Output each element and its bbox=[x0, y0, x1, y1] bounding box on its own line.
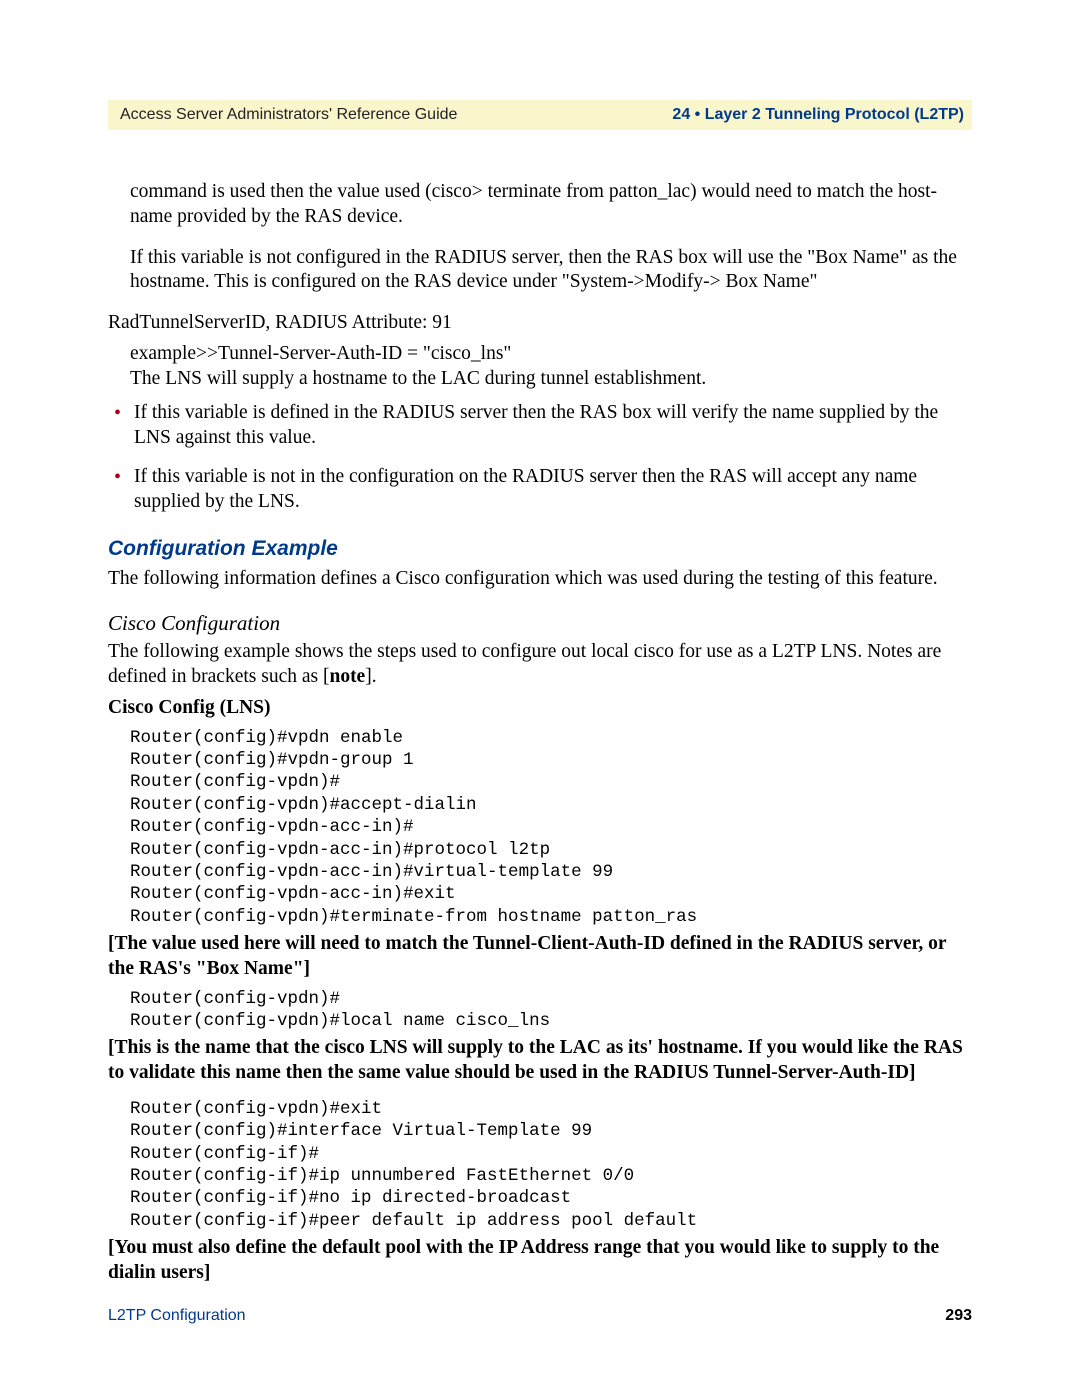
code-block: Router(config-vpdn)#exit Router(config)#… bbox=[130, 1098, 972, 1232]
list-item-text: If this variable is defined in the RADIU… bbox=[134, 402, 938, 448]
body-paragraph: If this variable is not configured in th… bbox=[130, 246, 972, 296]
body-paragraph: The following example shows the steps us… bbox=[108, 640, 972, 690]
bullet-list: If this variable is defined in the RADIU… bbox=[108, 401, 972, 514]
inline-note: [You must also define the default pool w… bbox=[108, 1236, 972, 1286]
inline-note: [This is the name that the cisco LNS wil… bbox=[108, 1036, 972, 1086]
header-left-text: Access Server Administrators' Reference … bbox=[120, 106, 457, 124]
example-block: example>>Tunnel-Server-Auth-ID = "cisco_… bbox=[130, 342, 972, 392]
code-block: Router(config-vpdn)# Router(config-vpdn)… bbox=[130, 988, 972, 1033]
config-label: Cisco Config (LNS) bbox=[108, 696, 972, 721]
list-item: If this variable is defined in the RADIU… bbox=[108, 401, 972, 451]
list-item: If this variable is not in the configura… bbox=[108, 465, 972, 515]
page-content: command is used then the value used (cis… bbox=[108, 130, 972, 1286]
subsection-heading: Cisco Configuration bbox=[108, 610, 972, 637]
page-header: Access Server Administrators' Reference … bbox=[108, 100, 972, 130]
page-footer: L2TP Configuration 293 bbox=[108, 1307, 972, 1325]
section-heading: Configuration Example bbox=[108, 536, 972, 563]
body-paragraph: command is used then the value used (cis… bbox=[130, 180, 972, 230]
header-right-text: 24 • Layer 2 Tunneling Protocol (L2TP) bbox=[672, 106, 964, 124]
example-line: example>>Tunnel-Server-Auth-ID = "cisco_… bbox=[130, 343, 511, 364]
list-item-text: If this variable is not in the configura… bbox=[134, 466, 917, 512]
example-line: The LNS will supply a hostname to the LA… bbox=[130, 368, 706, 389]
footer-section-label: L2TP Configuration bbox=[108, 1307, 246, 1325]
text-run: ]. bbox=[365, 666, 376, 687]
text-run-bold: note bbox=[329, 666, 365, 687]
body-paragraph: The following information defines a Cisc… bbox=[108, 567, 972, 592]
page-number: 293 bbox=[945, 1307, 972, 1325]
code-block: Router(config)#vpdn enable Router(config… bbox=[130, 727, 972, 929]
attribute-line: RadTunnelServerID, RADIUS Attribute: 91 bbox=[108, 311, 972, 336]
document-page: Access Server Administrators' Reference … bbox=[0, 0, 1080, 1397]
inline-note: [The value used here will need to match … bbox=[108, 932, 972, 982]
text-run: The following example shows the steps us… bbox=[108, 641, 941, 687]
